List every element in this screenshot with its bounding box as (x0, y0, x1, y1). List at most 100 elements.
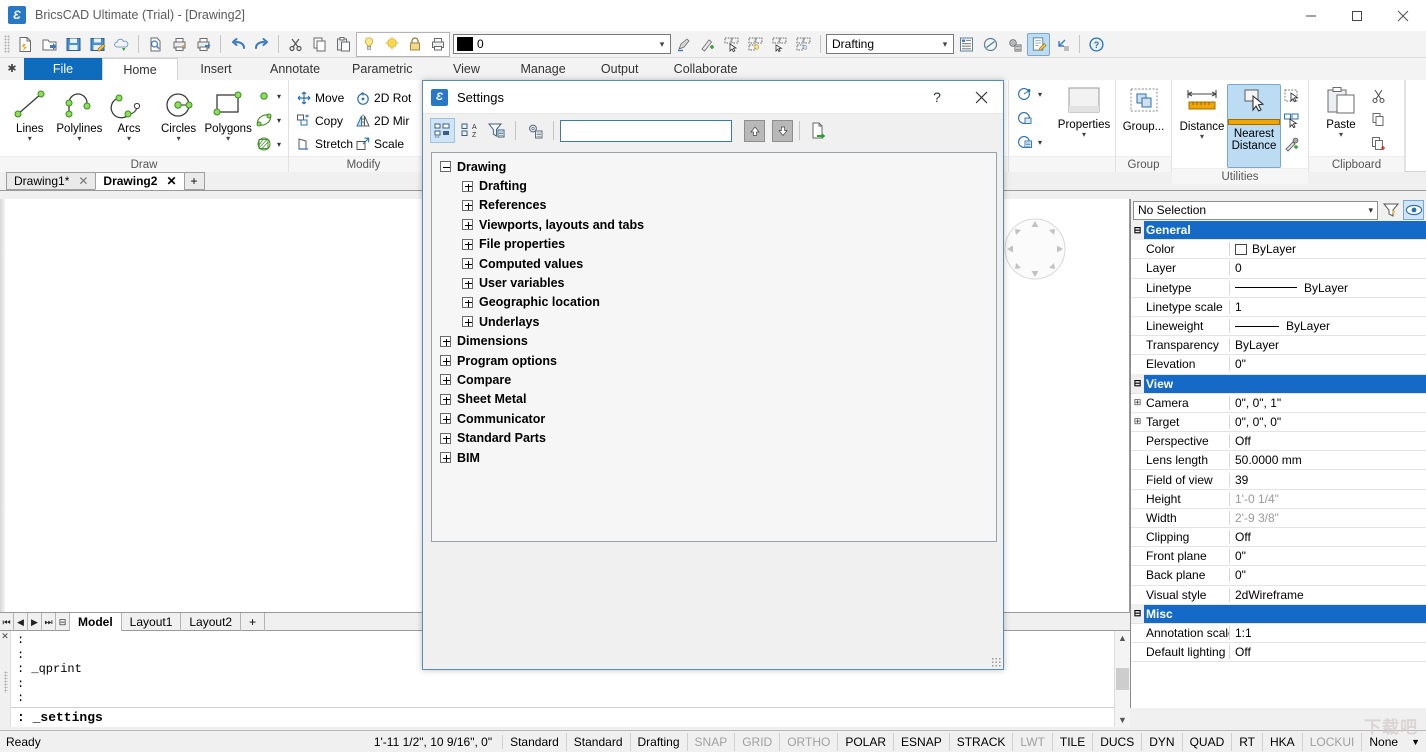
chevron-down-icon[interactable]: ▾ (127, 135, 131, 143)
tree-node-sheet-metal[interactable]: Sheet Metal (432, 390, 996, 409)
eyedropper-icon[interactable] (1283, 136, 1301, 152)
chevron-down-icon[interactable]: ▾ (1038, 90, 1042, 99)
modify-scale-button[interactable]: Scale (353, 132, 411, 155)
property-group-general[interactable]: ⊟ General (1131, 221, 1426, 240)
print-icon[interactable] (168, 33, 191, 56)
status-item-esnap[interactable]: ESNAP (894, 733, 950, 751)
status-item-dyn[interactable]: DYN (1142, 733, 1182, 751)
workspace-combo[interactable]: Drafting ▾ (826, 34, 954, 54)
tree-node-dimensions[interactable]: Dimensions (432, 332, 996, 351)
expand-icon[interactable] (440, 374, 451, 385)
tree-view-icon[interactable] (430, 118, 455, 143)
property-group-misc[interactable]: ⊟ Misc (1131, 605, 1426, 624)
settings-dialog[interactable]: Ɛ Settings ? AZ (422, 80, 1004, 670)
chevron-down-icon[interactable]: ▾ (1082, 131, 1086, 139)
cut-icon[interactable] (1370, 88, 1388, 104)
expand-icon[interactable] (440, 394, 451, 405)
scroll-up-icon[interactable]: ▲ (1118, 633, 1127, 643)
expand-icon[interactable] (440, 413, 451, 424)
select-entity-icon[interactable] (1283, 88, 1301, 104)
expand-icon[interactable] (462, 258, 473, 269)
chevron-down-icon[interactable]: ▾ (226, 135, 230, 143)
expand-icon[interactable]: ⊞ (1131, 397, 1144, 408)
tree-node-viewports-layouts-tabs[interactable]: Viewports, layouts and tabs (432, 215, 996, 234)
group-button[interactable]: Group... (1121, 84, 1166, 133)
tab-insert[interactable]: Insert (178, 58, 254, 80)
status-item-grid[interactable]: GRID (735, 733, 780, 751)
property-value[interactable]: 0", 0", 0" (1230, 415, 1426, 429)
property-row-annotation-scale[interactable]: Annotation scale 1:1 (1131, 624, 1426, 643)
draw-circles-button[interactable]: Circles ▾ (154, 84, 204, 143)
maximize-button[interactable] (1334, 0, 1380, 31)
draw-hatch-button[interactable]: ▾ (255, 136, 281, 152)
tab-home[interactable]: Home (102, 58, 178, 80)
property-value-cell[interactable]: ByLayer (1230, 281, 1426, 295)
property-value[interactable]: 0", 0", 1" (1230, 396, 1426, 410)
property-row-clipping[interactable]: Clipping Off (1131, 528, 1426, 547)
new-drawing-tab-button[interactable]: + (184, 172, 205, 190)
expand-icon[interactable] (440, 452, 451, 463)
property-row-lineweight[interactable]: Lineweight ByLayer (1131, 317, 1426, 336)
tree-node-standard-parts[interactable]: Standard Parts (432, 428, 996, 447)
status-item-polar[interactable]: POLAR (838, 733, 894, 751)
layer-select-icon[interactable] (720, 33, 743, 56)
color-control-icon[interactable]: ▾ (1016, 86, 1042, 102)
modify-copy-button[interactable]: Copy (294, 109, 353, 132)
properties-grid[interactable]: ⊟ General Color ByLayer Layer 0 (1131, 221, 1426, 708)
property-value[interactable]: Off (1230, 434, 1426, 448)
undo-icon[interactable] (226, 33, 249, 56)
help-button[interactable]: ? (915, 81, 959, 114)
status-item-hka[interactable]: HKA (1263, 733, 1303, 751)
tree-node-references[interactable]: References (432, 196, 996, 215)
expand-icon[interactable] (440, 355, 451, 366)
last-layout-icon[interactable]: ⏭ (42, 613, 56, 631)
prev-layout-icon[interactable]: ◀ (14, 613, 28, 631)
chevron-down-icon[interactable]: ▾ (277, 116, 281, 125)
property-value[interactable]: 1 (1230, 300, 1426, 314)
property-row-lens-length[interactable]: Lens length 50.0000 mm (1131, 451, 1426, 470)
layer-control-icon[interactable] (1016, 110, 1042, 126)
close-button[interactable] (1380, 0, 1426, 31)
open-file-icon[interactable] (38, 33, 61, 56)
status-item-rt[interactable]: RT (1232, 733, 1263, 751)
status-item-quad[interactable]: QUAD (1183, 733, 1233, 751)
settings-dialog-title-bar[interactable]: Ɛ Settings ? (423, 81, 1003, 114)
property-value[interactable]: Off (1230, 645, 1426, 659)
modify-stretch-button[interactable]: Stretch (294, 132, 353, 155)
redo-icon[interactable] (250, 33, 273, 56)
search-next-button[interactable] (772, 120, 793, 142)
tab-parametric[interactable]: Parametric (336, 58, 428, 80)
expand-icon[interactable] (462, 278, 473, 289)
property-value[interactable]: 39 (1230, 473, 1426, 487)
copy-icon[interactable] (1370, 112, 1388, 128)
tree-node-file-properties[interactable]: File properties (432, 235, 996, 254)
edit-doc-icon[interactable] (1027, 33, 1050, 56)
chevron-down-icon[interactable]: ▾ (1339, 131, 1343, 139)
save-icon[interactable] (62, 33, 85, 56)
tab-file[interactable]: File (24, 58, 102, 80)
property-row-back-plane[interactable]: Back plane 0" (1131, 566, 1426, 585)
status-item-tile[interactable]: TILE (1053, 733, 1093, 751)
property-row-linetype[interactable]: Linetype ByLayer (1131, 279, 1426, 298)
expand-icon[interactable] (462, 239, 473, 250)
property-row-width[interactable]: Width 2'-9 3/8" (1131, 509, 1426, 528)
tab-output[interactable]: Output (582, 58, 658, 80)
layer-off-icon[interactable] (792, 33, 815, 56)
settings-tree[interactable]: Drawing Drafting References Viewports, l… (431, 152, 997, 542)
property-value[interactable]: ByLayer (1230, 338, 1426, 352)
paste-icon[interactable] (332, 33, 355, 56)
expand-icon[interactable] (1051, 33, 1074, 56)
expand-icon[interactable] (462, 219, 473, 230)
add-layout-button[interactable]: + (241, 613, 265, 631)
command-scrollbar[interactable]: ▲ ▼ (1114, 631, 1130, 727)
search-prev-button[interactable] (744, 120, 765, 142)
property-row-camera[interactable]: ⊞ Camera 0", 0", 1" (1131, 394, 1426, 413)
property-value[interactable]: 0 (1230, 261, 1426, 275)
chevron-down-icon[interactable]: ▾ (277, 140, 281, 149)
draw-arcs-button[interactable]: Arcs ▾ (104, 84, 154, 143)
layer-on-icon[interactable] (357, 33, 380, 56)
publish-icon[interactable] (192, 33, 215, 56)
tree-node-bim[interactable]: BIM (432, 448, 996, 467)
drawing-tab-drawing2[interactable]: Drawing2 ✕ (95, 172, 184, 190)
property-value[interactable]: 0" (1230, 549, 1426, 563)
